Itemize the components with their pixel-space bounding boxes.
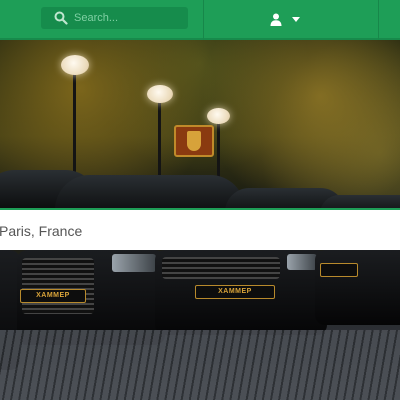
top-navbar xyxy=(0,0,400,40)
navbar-divider xyxy=(378,0,379,40)
license-plate: XAMMEP xyxy=(20,289,86,303)
street-lamp xyxy=(158,100,161,185)
location-bar[interactable]: Paris, France xyxy=(0,208,400,250)
street-lamp xyxy=(73,70,76,180)
lamp-globe xyxy=(61,55,89,75)
caret-down-icon[interactable] xyxy=(292,16,300,22)
user-icon[interactable] xyxy=(270,13,282,26)
location-text: Paris, France xyxy=(0,223,83,239)
search-icon[interactable] xyxy=(54,11,68,25)
cobblestone-ground xyxy=(0,330,400,400)
emblem-shield xyxy=(187,131,201,151)
search-input[interactable] xyxy=(74,7,184,29)
car-grille xyxy=(22,258,94,314)
lamp-globe xyxy=(207,108,230,124)
car-headlight xyxy=(112,254,156,272)
license-plate: XAMMEP xyxy=(195,285,275,299)
navbar-divider xyxy=(203,0,204,40)
car-grille xyxy=(162,257,280,279)
lamp-globe xyxy=(147,85,173,103)
emblem-logo xyxy=(174,125,214,157)
car-body xyxy=(315,250,400,325)
user-menu-toggle[interactable] xyxy=(270,10,314,28)
car-headlight xyxy=(287,254,317,270)
license-plate-partial xyxy=(320,263,358,277)
search-box[interactable] xyxy=(41,7,188,29)
